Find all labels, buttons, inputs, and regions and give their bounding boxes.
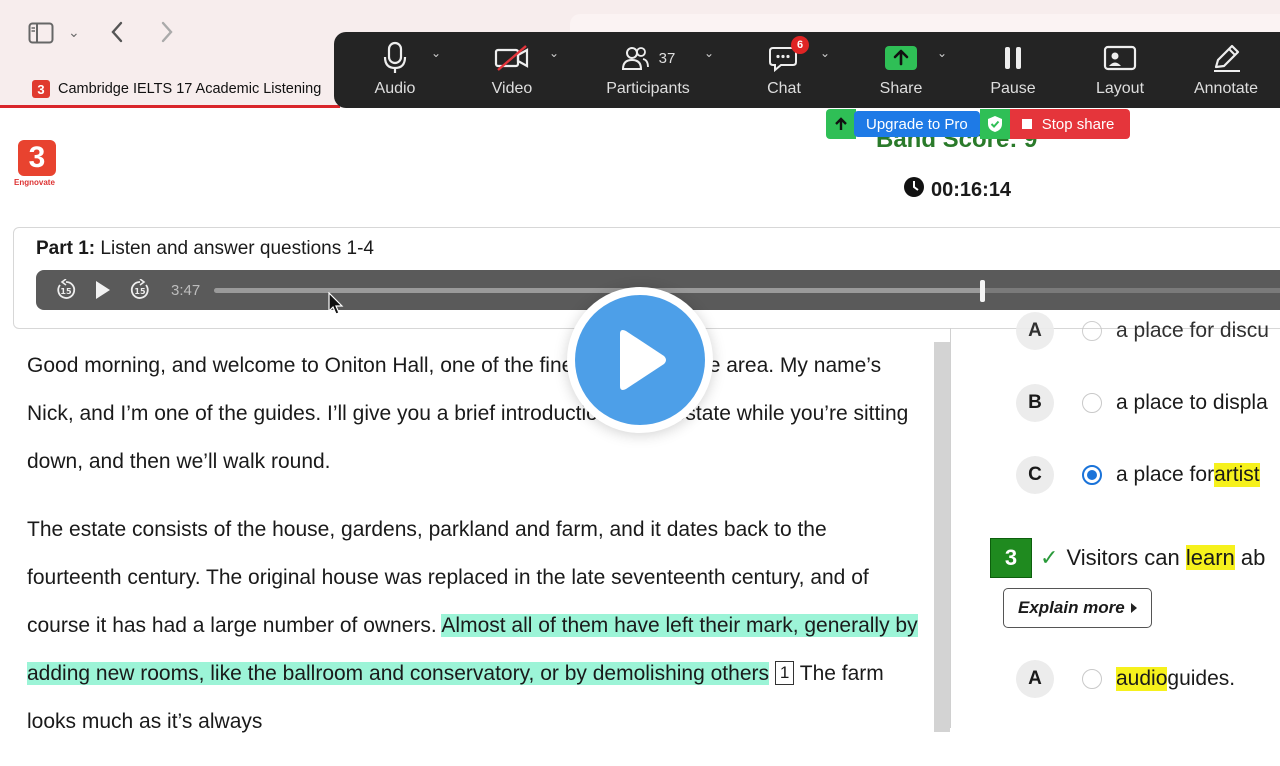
option-text: guides. [1167,667,1236,690]
question-number-badge: 3 [990,538,1032,578]
explain-more-label: Explain more [1018,598,1125,617]
video-off-icon [494,36,530,80]
correct-check-icon: ✓ [1040,545,1059,570]
audio-button[interactable]: Audio [368,32,422,108]
part-label: Part 1: [36,238,96,259]
chat-unread-badge: 6 [791,36,809,54]
question-3: 3 ✓ Visitors can learn ab [990,538,1265,578]
seek-bar[interactable] [214,280,1280,302]
option-radio[interactable] [1082,321,1102,341]
annotate-button[interactable]: Annotate [1190,32,1262,108]
sidebar-toggle-icon[interactable] [28,22,54,50]
option-letter: A [1016,312,1054,350]
participants-options-chevron-icon[interactable]: ⌄ [704,46,714,60]
layout-button[interactable]: Layout [1092,32,1148,108]
mouse-cursor-icon [328,291,344,321]
tab-title: Cambridge IELTS 17 Academic Listening [58,81,322,97]
part-instruction: Listen and answer questions 1-4 [100,238,374,259]
video-options-chevron-icon[interactable]: ⌄ [549,46,559,60]
part-title: Part 1: Listen and answer questions 1-4 [36,238,374,260]
option-c[interactable]: C a place for artist [1016,456,1260,494]
option-letter: A [1016,660,1054,698]
q3-option-a[interactable]: A audio guides. [1016,660,1235,698]
logo-mark-icon: 3 [18,140,56,176]
play-icon[interactable] [90,278,114,302]
layout-icon [1103,36,1137,80]
annotate-label: Annotate [1193,80,1259,97]
question-text-segment: Visitors can [1066,545,1186,570]
share-screen-icon [885,36,917,80]
shield-icon [979,109,1010,139]
layout-label: Layout [1095,80,1145,97]
stop-share-label: Stop share [1041,115,1115,133]
site-favicon-icon: 3 [32,80,50,98]
caret-right-icon [1130,603,1137,613]
keyword-highlight: learn [1185,545,1235,570]
transcript-paragraph: The estate consists of the house, garden… [27,506,927,746]
share-button[interactable]: Share [878,32,924,108]
option-a[interactable]: A a place for discu [1016,312,1269,350]
countdown-timer: 00:16:14 [903,176,1011,204]
forward-arrow-icon[interactable] [160,20,174,50]
share-arrow-icon [826,109,856,139]
video-label: Video [491,80,533,97]
browser-tab[interactable]: 3 Cambridge IELTS 17 Academic Listening [32,78,321,100]
svg-text:15: 15 [134,287,146,296]
back-arrow-icon[interactable] [110,20,124,50]
seek-thumb[interactable] [980,280,986,302]
stop-square-icon [1021,119,1032,129]
option-text: a place for [1116,463,1215,486]
option-text: a place to displa [1116,391,1268,414]
timer-value: 00:16:14 [931,178,1012,201]
annotate-pen-icon [1210,36,1242,80]
current-time: 3:47 [171,282,201,299]
video-play-button[interactable] [567,287,713,433]
question-text: Visitors can learn ab [1066,545,1265,571]
transcript-text: Good morning, and welcome to Oniton Hall… [27,342,927,766]
pause-share-button[interactable]: Pause [988,32,1038,108]
share-options-chevron-icon[interactable]: ⌄ [937,46,947,60]
play-circle-icon [575,295,705,425]
option-letter: C [1016,456,1054,494]
explain-more-button[interactable]: Explain more [1003,588,1152,628]
svg-text:15: 15 [60,287,72,296]
column-divider [950,328,951,728]
participants-button[interactable]: 37 Participants [600,32,696,108]
share-status-strip: Upgrade to Pro Stop share [826,109,1131,139]
audio-label: Audio [374,80,416,97]
option-text: a place for discu [1116,319,1269,342]
transcript-scrollbar[interactable] [934,342,950,732]
logo-wordmark: Engnovate [14,178,55,187]
option-b[interactable]: B a place to displa [1016,384,1268,422]
engnovate-logo[interactable]: 3 Engnovate [14,140,62,187]
upgrade-to-pro-button[interactable]: Upgrade to Pro [854,111,980,137]
keyword-highlight: artist [1214,463,1260,487]
option-radio[interactable] [1082,669,1102,689]
participants-label: Participants [606,80,690,97]
chat-options-chevron-icon[interactable]: ⌄ [820,46,830,60]
clock-icon [903,176,925,204]
zoom-meeting-toolbar: Audio ⌄ Video ⌄ 37 Participants ⌄ Chat 6… [334,32,1280,108]
video-button[interactable]: Video [484,32,540,108]
chevron-down-icon[interactable]: ⌄ [68,24,80,41]
participant-count: 37 [658,49,676,67]
pause-icon [1002,36,1024,80]
option-radio-selected[interactable] [1082,465,1102,485]
question-text-segment: ab [1234,545,1266,570]
transcript-paragraph: Good morning, and welcome to Oniton Hall… [27,354,909,473]
question-number-marker[interactable]: 1 [774,661,795,685]
participants-icon: 37 [621,36,676,80]
option-radio[interactable] [1082,393,1102,413]
pause-label: Pause [990,80,1036,97]
active-tab-indicator [0,105,340,108]
rewind-15-icon[interactable]: 15 [54,278,78,302]
audio-options-chevron-icon[interactable]: ⌄ [431,46,441,60]
option-letter: B [1016,384,1054,422]
keyword-highlight: audio [1116,667,1168,691]
forward-15-icon[interactable]: 15 [128,278,152,302]
stop-share-button[interactable]: Stop share [1009,109,1131,139]
chat-label: Chat [767,80,801,97]
microphone-icon [382,36,408,80]
share-label: Share [879,80,923,97]
